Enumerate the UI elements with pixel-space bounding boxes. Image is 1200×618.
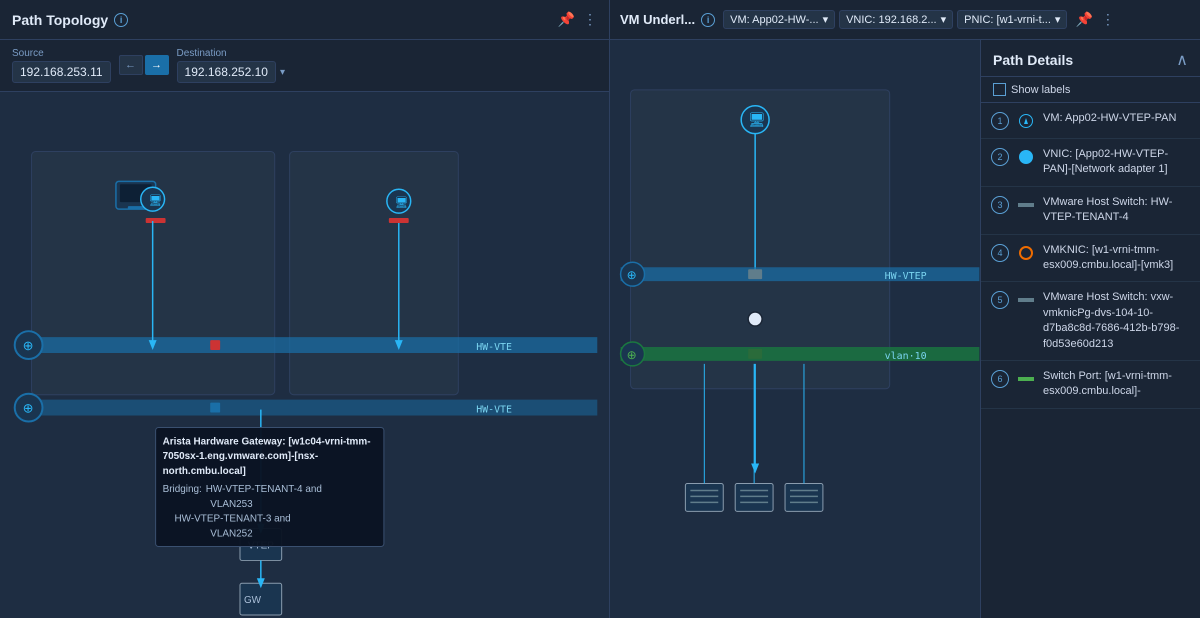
path-item-1-icon bbox=[1017, 112, 1035, 130]
svg-text:🖥: 🖥 bbox=[149, 194, 163, 207]
vm-select-label: VM: App02-HW-... bbox=[730, 14, 818, 26]
dest-group: Destination 192.168.252.10 ▾ bbox=[177, 48, 285, 83]
right-more-icon[interactable]: ⋮ bbox=[1101, 11, 1115, 28]
path-item-3-icon bbox=[1017, 196, 1035, 214]
svg-text:HW-VTEP: HW-VTEP bbox=[885, 271, 927, 282]
svg-text:vlan·10: vlan·10 bbox=[885, 351, 927, 362]
path-item-4-text: VMKNIC: [w1-vrni-tmm-esx009.cmbu.local]-… bbox=[1043, 243, 1190, 274]
middle-topology: 🖥 HW-VTEP ⊕ vlan·10 ⊕ bbox=[610, 40, 980, 618]
path-item-6-icon bbox=[1017, 370, 1035, 388]
path-item-2-icon bbox=[1017, 148, 1035, 166]
path-item-1-text: VM: App02-HW-VTEP-PAN bbox=[1043, 111, 1176, 126]
path-item-6-text: Switch Port: [w1-vrni-tmm-esx009.cmbu.lo… bbox=[1043, 369, 1190, 400]
right-panel: VM Underl... i VM: App02-HW-... ▾ VNIC: … bbox=[610, 0, 1200, 618]
source-dest-bar: Source 192.168.253.11 ← → Destination 19… bbox=[0, 40, 609, 92]
left-panel: Path Topology i 📌 ⋮ Source 192.168.253.1… bbox=[0, 0, 610, 618]
path-item-1-num: 1 bbox=[991, 112, 1009, 130]
path-item-6[interactable]: 6 Switch Port: [w1-vrni-tmm-esx009.cmbu.… bbox=[981, 361, 1200, 409]
vm-icon bbox=[1019, 114, 1033, 128]
dest-value[interactable]: 192.168.252.10 bbox=[177, 61, 276, 83]
path-item-3[interactable]: 3 VMware Host Switch: HW-VTEP-TENANT-4 bbox=[981, 187, 1200, 235]
right-content: 🖥 HW-VTEP ⊕ vlan·10 ⊕ bbox=[610, 40, 1200, 618]
switch-icon-5 bbox=[1018, 298, 1034, 302]
show-labels-checkbox[interactable] bbox=[993, 83, 1006, 96]
path-item-2[interactable]: 2 VNIC: [App02-HW-VTEP-PAN]-[Network ada… bbox=[981, 139, 1200, 187]
path-details-panel: Path Details ∧ Show labels 1 VM: App02-H… bbox=[980, 40, 1200, 618]
path-item-5[interactable]: 5 VMware Host Switch: vxw-vmknicPg-dvs-1… bbox=[981, 282, 1200, 361]
source-label: Source bbox=[12, 48, 111, 59]
vm-underlay-label: VM Underl... bbox=[620, 12, 695, 27]
vnic-select-chevron: ▾ bbox=[941, 13, 947, 26]
vmknic-icon bbox=[1019, 246, 1033, 260]
path-details-title: Path Details bbox=[993, 52, 1073, 68]
svg-text:⊕: ⊕ bbox=[627, 348, 637, 362]
vm-underlay-info-icon[interactable]: i bbox=[701, 13, 715, 27]
svg-text:🖥: 🖥 bbox=[395, 196, 409, 209]
vnic-select[interactable]: VNIC: 192.168.2... ▾ bbox=[839, 10, 953, 29]
left-header-icons: 📌 ⋮ bbox=[558, 11, 597, 28]
path-item-4-icon bbox=[1017, 244, 1035, 262]
svg-text:HW-VTE: HW-VTE bbox=[476, 342, 512, 353]
right-panel-header: VM Underl... i VM: App02-HW-... ▾ VNIC: … bbox=[610, 0, 1200, 40]
svg-text:⊕: ⊕ bbox=[23, 338, 34, 353]
source-value[interactable]: 192.168.253.11 bbox=[12, 61, 111, 83]
dir-back-button[interactable]: ← bbox=[119, 55, 143, 75]
path-item-3-text: VMware Host Switch: HW-VTEP-TENANT-4 bbox=[1043, 195, 1190, 226]
right-header-icons: 📌 ⋮ bbox=[1075, 11, 1114, 28]
middle-topology-svg: 🖥 HW-VTEP ⊕ vlan·10 ⊕ bbox=[610, 40, 980, 618]
svg-text:⊕: ⊕ bbox=[627, 268, 637, 282]
path-item-5-icon bbox=[1017, 291, 1035, 309]
dest-dropdown-arrow[interactable]: ▾ bbox=[280, 67, 285, 78]
path-item-2-text: VNIC: [App02-HW-VTEP-PAN]-[Network adapt… bbox=[1043, 147, 1190, 178]
pin-icon[interactable]: 📌 bbox=[558, 11, 575, 28]
switch-icon-3 bbox=[1018, 203, 1034, 207]
vnic-select-label: VNIC: 192.168.2... bbox=[846, 14, 937, 26]
right-pin-icon[interactable]: 📌 bbox=[1075, 11, 1092, 28]
path-item-1[interactable]: 1 VM: App02-HW-VTEP-PAN bbox=[981, 103, 1200, 139]
port-icon bbox=[1018, 377, 1034, 381]
path-details-collapse-btn[interactable]: ∧ bbox=[1176, 50, 1188, 70]
more-options-icon[interactable]: ⋮ bbox=[583, 11, 597, 28]
dir-fwd-button[interactable]: → bbox=[145, 55, 169, 75]
show-labels-row: Show labels bbox=[981, 77, 1200, 103]
svg-text:⊕: ⊕ bbox=[23, 401, 34, 416]
dest-label: Destination bbox=[177, 48, 285, 59]
pnic-select-chevron: ▾ bbox=[1055, 13, 1061, 26]
pnic-select[interactable]: PNIC: [w1-vrni-t... ▾ bbox=[957, 10, 1067, 29]
path-item-5-text: VMware Host Switch: vxw-vmknicPg-dvs-104… bbox=[1043, 290, 1190, 352]
path-item-4-num: 4 bbox=[991, 244, 1009, 262]
path-details-header: Path Details ∧ bbox=[981, 40, 1200, 77]
svg-text:GW: GW bbox=[244, 595, 262, 606]
vm-select-chevron: ▾ bbox=[823, 13, 829, 26]
path-item-2-num: 2 bbox=[991, 148, 1009, 166]
path-item-4[interactable]: 4 VMKNIC: [w1-vrni-tmm-esx009.cmbu.local… bbox=[981, 235, 1200, 283]
path-topology-info-icon[interactable]: i bbox=[114, 13, 128, 27]
source-group: Source 192.168.253.11 bbox=[12, 48, 111, 83]
path-topology-label: Path Topology bbox=[12, 12, 108, 28]
pnic-select-label: PNIC: [w1-vrni-t... bbox=[964, 14, 1051, 26]
svg-text:HW-VTE: HW-VTE bbox=[476, 405, 512, 416]
dest-with-dropdown: 192.168.252.10 ▾ bbox=[177, 61, 285, 83]
vm-underlay-title: VM Underl... i bbox=[620, 12, 715, 27]
svg-text:🖥: 🖥 bbox=[748, 112, 766, 128]
left-topology-canvas: HW-VTE HW-VTE 🖥 🖥 ⊕ ⊕ bbox=[0, 92, 609, 618]
left-topology-svg: HW-VTE HW-VTE 🖥 🖥 ⊕ ⊕ bbox=[0, 92, 609, 618]
left-panel-header: Path Topology i 📌 ⋮ bbox=[0, 0, 609, 40]
vm-breadcrumb: VM: App02-HW-... ▾ VNIC: 192.168.2... ▾ … bbox=[723, 10, 1067, 29]
direction-buttons: ← → bbox=[119, 55, 169, 77]
path-item-3-num: 3 bbox=[991, 196, 1009, 214]
path-topology-title: Path Topology i bbox=[12, 12, 128, 28]
vm-select[interactable]: VM: App02-HW-... ▾ bbox=[723, 10, 835, 29]
path-item-6-num: 6 bbox=[991, 370, 1009, 388]
path-item-5-num: 5 bbox=[991, 291, 1009, 309]
show-labels-label: Show labels bbox=[1011, 84, 1070, 96]
vnic-icon bbox=[1019, 150, 1033, 164]
